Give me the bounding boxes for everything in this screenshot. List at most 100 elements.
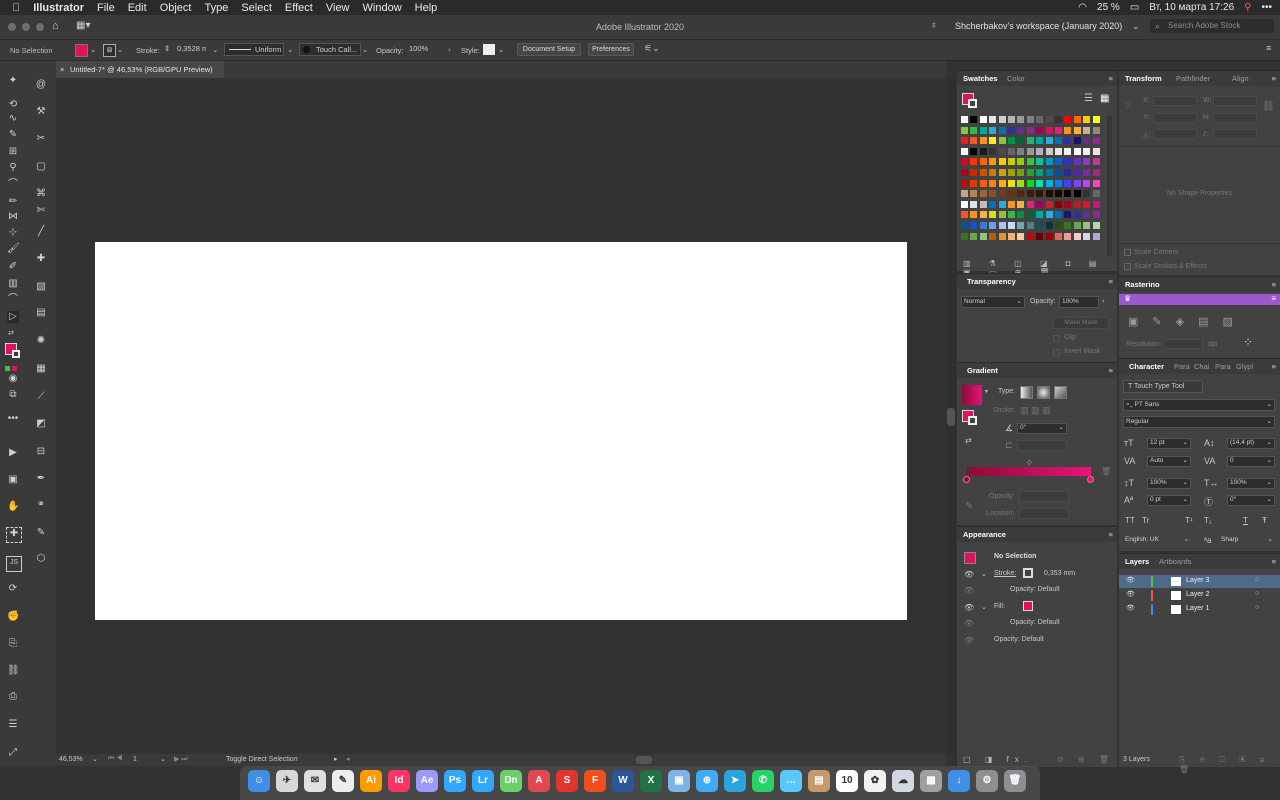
close-tab-icon[interactable]: × <box>60 61 64 78</box>
graphic-style-swatch[interactable] <box>483 44 495 55</box>
dock-app-acrobat[interactable]: A <box>528 770 550 792</box>
color-swatch[interactable] <box>1036 169 1044 176</box>
color-swatch[interactable] <box>1017 222 1025 229</box>
color-swatch[interactable] <box>1064 158 1072 166</box>
color-swatch[interactable] <box>1083 169 1091 176</box>
apple-icon[interactable]:  <box>12 2 20 14</box>
rotate-tool-icon[interactable]: ⟲ <box>7 99 19 111</box>
color-swatch[interactable] <box>1073 158 1081 166</box>
font-style-select[interactable]: Regular ⌄ <box>1123 416 1275 428</box>
more-icon[interactable]: ••• <box>1261 2 1272 13</box>
expand-icon[interactable]: ⤢ <box>7 747 19 759</box>
color-swatch[interactable] <box>970 211 978 219</box>
rectangle-tool-icon[interactable]: ▢ <box>35 161 47 173</box>
y-field[interactable] <box>1153 113 1197 123</box>
color-swatch[interactable] <box>1083 147 1091 155</box>
color-swatch[interactable] <box>1036 190 1044 198</box>
resolution-field[interactable] <box>1163 339 1203 349</box>
width-field[interactable] <box>1213 96 1257 106</box>
color-swatch[interactable] <box>1045 147 1053 155</box>
color-swatch[interactable] <box>970 158 978 166</box>
dock-app-launchpad[interactable]: ✈ <box>276 770 298 792</box>
color-swatch[interactable] <box>1008 158 1015 166</box>
color-swatch[interactable] <box>989 179 997 187</box>
list-view-icon[interactable]: ☰ <box>1084 93 1093 104</box>
gradient-slider[interactable] <box>967 467 1091 476</box>
color-mode-icon[interactable] <box>5 366 10 371</box>
color-swatch[interactable] <box>979 169 987 176</box>
layer-target-icon[interactable]: ○ <box>1255 590 1259 597</box>
color-swatch[interactable] <box>1092 222 1100 229</box>
color-swatch[interactable] <box>1008 190 1015 198</box>
visibility-eye-icon[interactable]: 👁 <box>1126 576 1135 584</box>
transparency-opacity-field[interactable]: 100% <box>1059 296 1099 308</box>
clip-checkbox[interactable] <box>1053 335 1060 342</box>
subscript-button[interactable]: T₁ <box>1204 516 1212 525</box>
color-swatch[interactable] <box>1026 126 1034 134</box>
color-swatch[interactable] <box>989 169 997 176</box>
color-swatch[interactable] <box>1092 211 1100 219</box>
height-field[interactable] <box>1213 113 1257 123</box>
eyedropper-tool-icon[interactable]: ⚲ <box>7 162 19 174</box>
dock-app-telegram[interactable]: ➤ <box>724 770 746 792</box>
color-swatch[interactable] <box>989 232 997 240</box>
dock-app-note[interactable]: ✎ <box>332 770 354 792</box>
color-swatch[interactable] <box>970 126 978 134</box>
color-swatch[interactable] <box>1055 190 1062 198</box>
color-swatch[interactable] <box>1092 147 1100 155</box>
dock-app-lightroom[interactable]: Lr <box>472 770 494 792</box>
color-swatch[interactable] <box>1026 222 1034 229</box>
preferences-button[interactable]: Preferences <box>588 43 634 56</box>
color-swatch[interactable] <box>1026 211 1034 219</box>
lightbulb-icon[interactable]: ♁ <box>930 20 938 31</box>
color-swatch[interactable] <box>1045 190 1053 198</box>
dock-app-cloud[interactable]: ☁ <box>892 770 914 792</box>
color-swatch[interactable] <box>979 190 987 198</box>
color-swatch[interactable] <box>1055 179 1062 187</box>
dock-app-illustrator[interactable]: Ai <box>360 770 382 792</box>
color-swatch[interactable] <box>1026 169 1034 176</box>
color-swatch[interactable] <box>998 158 1006 166</box>
color-swatch[interactable] <box>1026 116 1034 123</box>
color-swatch[interactable] <box>998 126 1006 134</box>
appearance-stroke-value[interactable]: 0,353 mm <box>1044 570 1075 577</box>
color-swatch[interactable] <box>1017 179 1025 187</box>
first-artboard-icon[interactable]: ⏮ ◀ <box>108 755 123 763</box>
dock-app-downloads[interactable]: ↓ <box>948 770 970 792</box>
vertical-scrollbar[interactable] <box>946 78 956 754</box>
color-swatch[interactable] <box>1064 222 1072 229</box>
dock-app-messages[interactable]: … <box>780 770 802 792</box>
tab-layers[interactable]: Layers <box>1125 554 1149 569</box>
baseline-shift-field[interactable]: 0 pt ⌄ <box>1147 495 1191 506</box>
chart-tool-icon[interactable]: ▥ <box>7 278 19 290</box>
color-swatch[interactable] <box>1026 200 1034 208</box>
superscript-button[interactable]: T¹ <box>1185 516 1193 525</box>
tab-paragraph-styles[interactable]: Para <box>1215 359 1231 374</box>
swatches-scrollbar[interactable] <box>1107 116 1112 256</box>
dock-app-finder[interactable]: ☺ <box>248 770 270 792</box>
menu-object[interactable]: Object <box>160 2 192 14</box>
add-anchor-icon[interactable]: ✚ <box>35 253 47 265</box>
linear-gradient-button[interactable] <box>1020 386 1033 399</box>
color-swatch[interactable] <box>1008 179 1015 187</box>
layer-row[interactable]: 👁 Layer 2 ○ <box>1119 589 1280 602</box>
warp-tool-icon[interactable]: ✎ <box>35 527 47 539</box>
visibility-eye-icon[interactable]: 👁 <box>964 603 974 612</box>
color-swatch[interactable] <box>1055 158 1062 166</box>
color-swatch[interactable] <box>1092 190 1100 198</box>
chevron-down-icon[interactable]: ⌄ <box>1132 21 1140 32</box>
underline-button[interactable]: T <box>1243 516 1248 525</box>
visibility-eye-icon[interactable]: 👁 <box>964 586 974 595</box>
color-swatch[interactable] <box>979 126 987 134</box>
color-swatch[interactable] <box>961 158 968 166</box>
color-swatch[interactable] <box>989 147 997 155</box>
chevron-down-icon[interactable]: ⌄ <box>90 45 96 54</box>
appearance-fill-label[interactable]: Fill: <box>994 603 1005 610</box>
invert-mask-checkbox[interactable] <box>1053 349 1060 356</box>
document-tab[interactable]: × Untitled-7* @ 46,53% (RGB/GPU Preview) <box>56 61 224 78</box>
stroke-weight-field[interactable]: 0,3528 п <box>174 43 212 56</box>
color-swatch[interactable] <box>1055 211 1062 219</box>
color-swatch[interactable] <box>1026 158 1034 166</box>
panel-menu-icon[interactable]: ≡ <box>1109 274 1113 289</box>
panel-menu-icon[interactable]: ≡ <box>1266 43 1271 53</box>
